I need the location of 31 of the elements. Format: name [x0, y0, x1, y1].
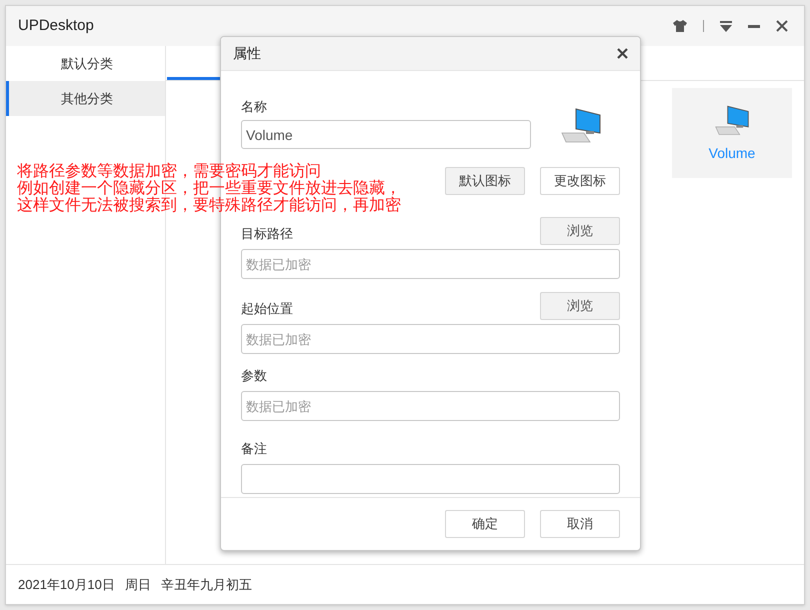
dialog-button[interactable]: 取消	[540, 510, 620, 538]
minimize-icon[interactable]	[748, 24, 760, 28]
field-label: 目标路径	[241, 224, 293, 242]
date-text: 2021年10月10日	[18, 576, 115, 594]
input-field[interactable]	[241, 464, 620, 494]
field-label: 参数	[241, 366, 267, 384]
browse-button[interactable]: 浏览	[540, 292, 620, 320]
sidebar-item[interactable]: 其他分类	[6, 81, 165, 116]
close-icon[interactable]	[617, 48, 628, 59]
lunar-date-text: 辛丑年九月初五	[160, 576, 252, 594]
dialog-title: 属性	[233, 44, 262, 63]
input-field[interactable]: 数据已加密	[241, 391, 620, 421]
dialog-button[interactable]: 确定	[445, 510, 525, 538]
field-label: 名称	[241, 98, 268, 116]
weekday-text: 周日	[124, 576, 151, 594]
annotation-text: 将路径参数等数据加密，需要密码才能访问 例如创建一个隐藏分区，把一些重要文件放进去隐藏， 这样文件无法被搜索到，要特殊路径才能访问，再加密	[17, 162, 401, 213]
input-field[interactable]: 数据已加密	[241, 249, 620, 279]
window-title: UPDesktop	[18, 16, 95, 36]
sidebar-item[interactable]: 默认分类	[6, 46, 165, 81]
name-field[interactable]: Volume	[241, 120, 531, 149]
field-label: 起始位置	[241, 300, 293, 318]
browse-button[interactable]: 浏览	[540, 217, 620, 245]
icon-button[interactable]: 更改图标	[540, 167, 620, 195]
input-field[interactable]: 数据已加密	[241, 324, 620, 354]
item-label: Volume	[708, 144, 756, 162]
field-label: 备注	[241, 440, 267, 458]
icon-button[interactable]: 默认图标	[445, 167, 525, 195]
shirt-icon[interactable]	[673, 20, 687, 32]
close-icon[interactable]	[776, 20, 788, 32]
dropdown-icon[interactable]	[720, 20, 732, 32]
computer-icon	[560, 107, 602, 143]
